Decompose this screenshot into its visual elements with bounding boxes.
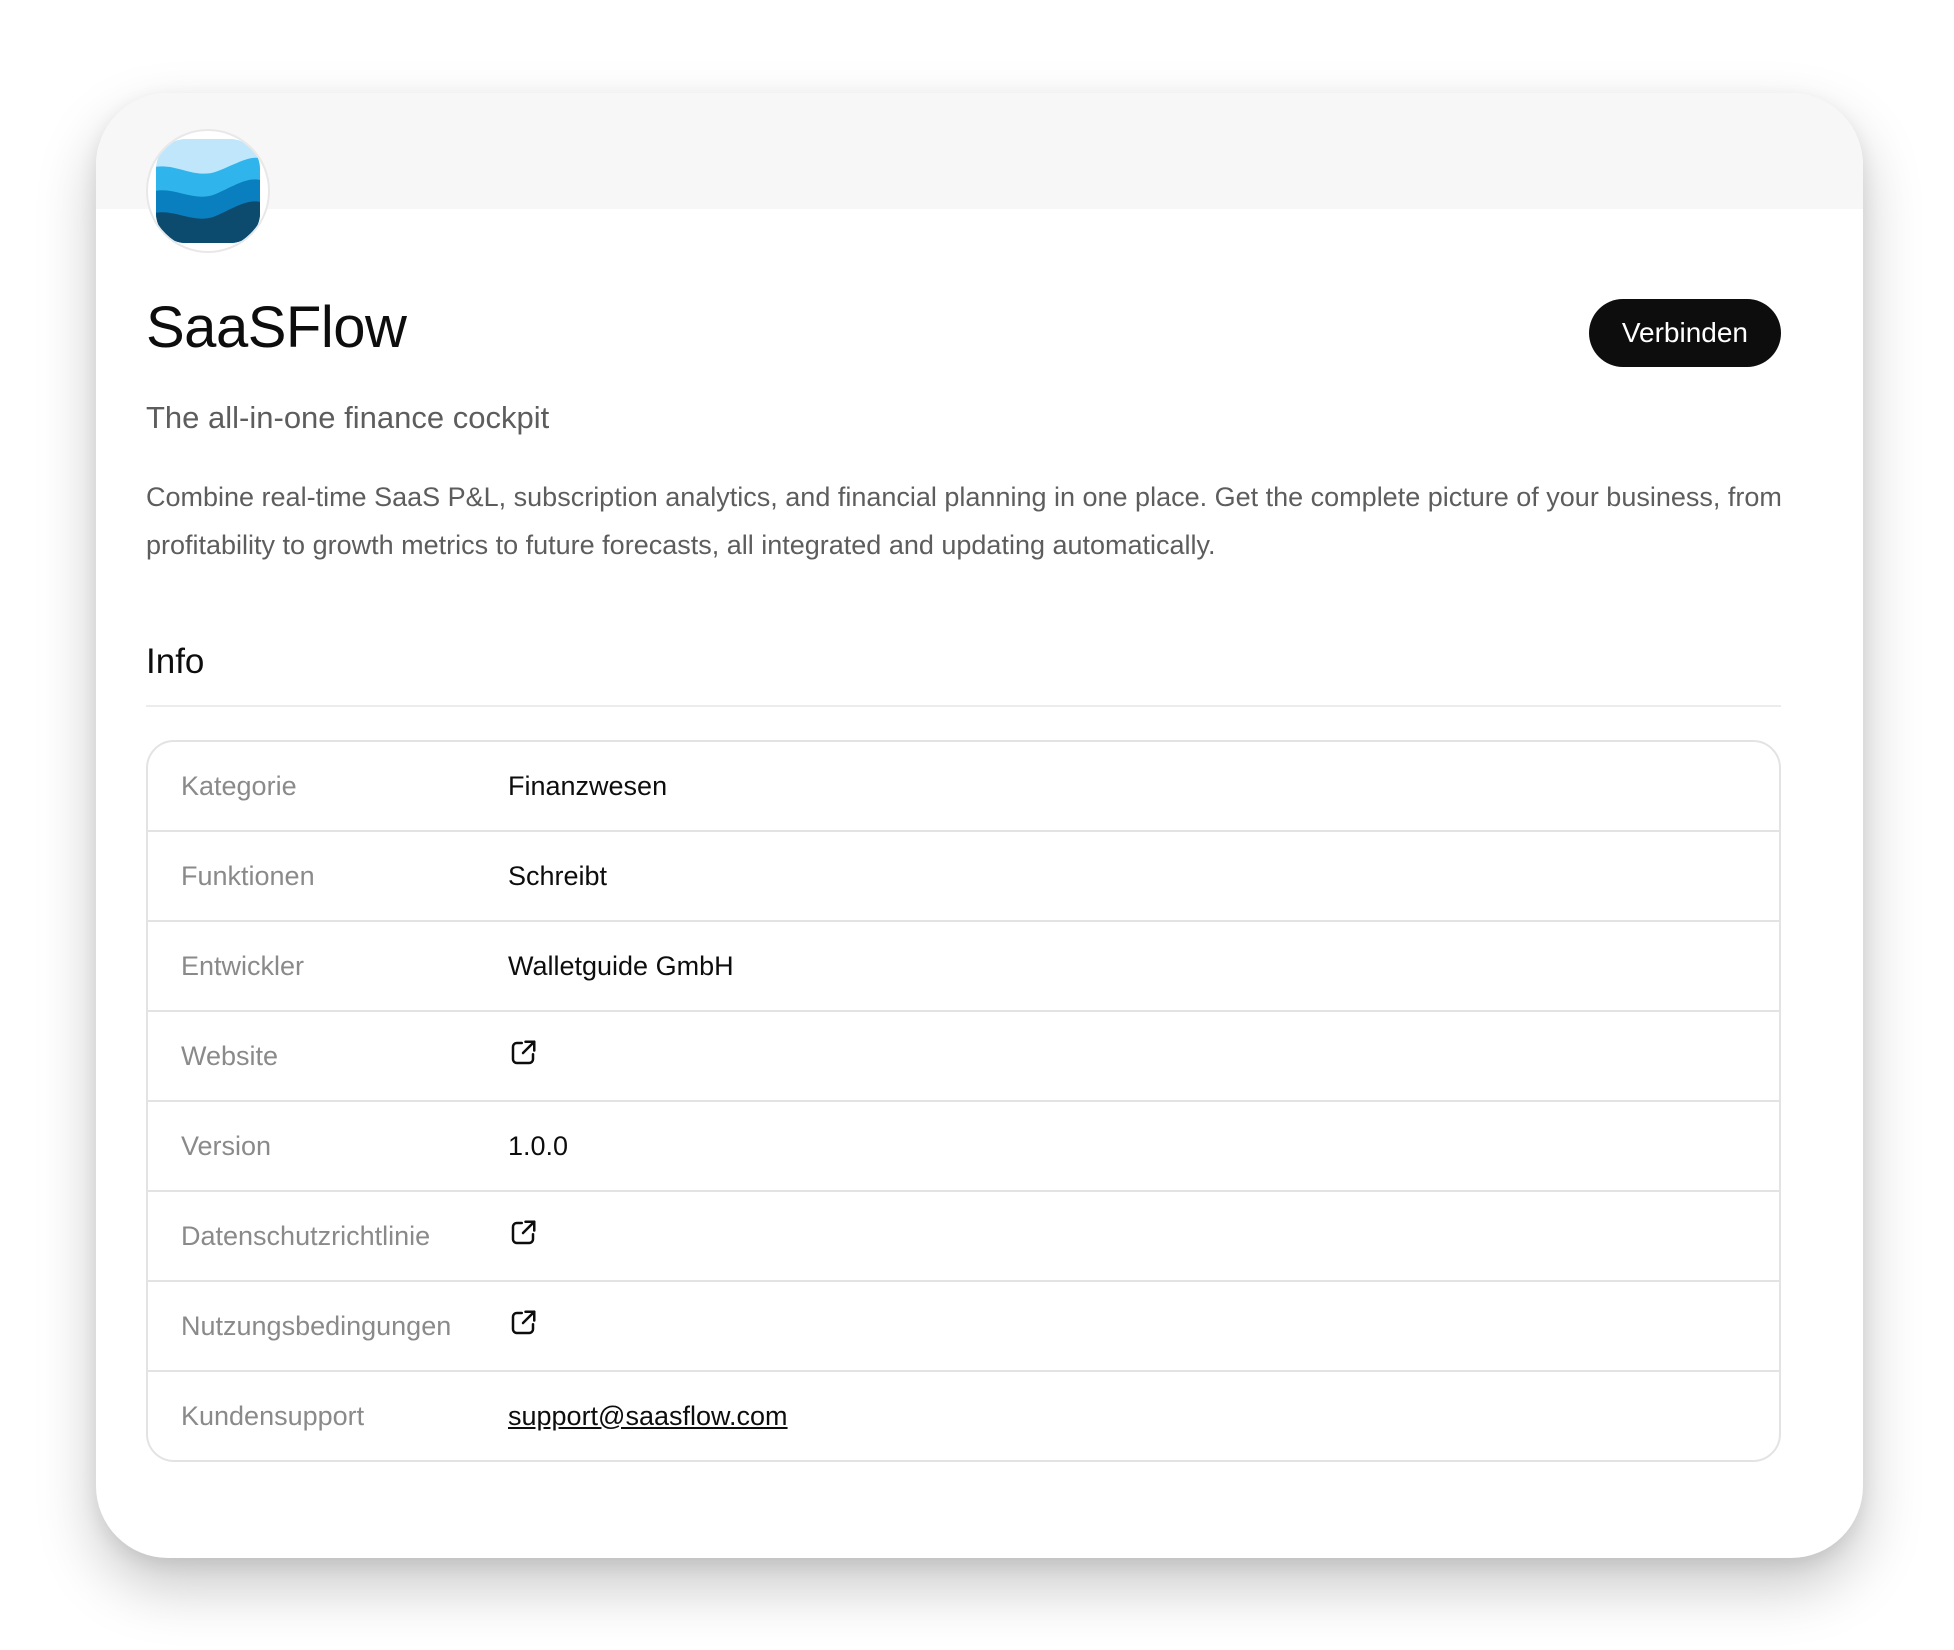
app-tagline: The all-in-one finance cockpit <box>146 400 550 435</box>
info-label: Version <box>181 1130 272 1161</box>
info-label: Entwickler <box>181 950 305 981</box>
info-label: Nutzungsbedingungen <box>181 1310 452 1341</box>
info-row-privacy-policy: Datenschutzrichtlinie <box>148 1192 1779 1282</box>
section-divider <box>146 705 1781 707</box>
info-row-category: Kategorie Finanzwesen <box>148 742 1779 832</box>
external-link-icon[interactable] <box>508 1038 538 1068</box>
info-row-customer-support: Kundensupport support@saasflow.com <box>148 1372 1779 1460</box>
info-label: Kundensupport <box>181 1400 365 1431</box>
info-label: Website <box>181 1040 279 1071</box>
info-label: Funktionen <box>181 860 315 891</box>
info-section-title: Info <box>146 642 205 681</box>
wave-logo-icon <box>156 139 260 243</box>
info-row-website: Website <box>148 1012 1779 1102</box>
support-email-link[interactable]: support@saasflow.com <box>508 1401 788 1431</box>
info-value: 1.0.0 <box>508 1130 569 1161</box>
info-row-capabilities: Funktionen Schreibt <box>148 832 1779 922</box>
app-detail-card: SaaSFlow Verbinden The all-in-one financ… <box>96 93 1863 1558</box>
info-row-terms-of-use: Nutzungsbedingungen <box>148 1282 1779 1372</box>
external-link-icon[interactable] <box>508 1218 538 1248</box>
info-value: Finanzwesen <box>508 770 668 801</box>
app-logo <box>146 129 270 253</box>
external-link-icon[interactable] <box>508 1308 538 1338</box>
info-value: Schreibt <box>508 860 608 891</box>
info-label: Datenschutzrichtlinie <box>181 1220 431 1251</box>
info-table: Kategorie Finanzwesen Funktionen Schreib… <box>146 740 1781 1462</box>
info-label: Kategorie <box>181 770 297 801</box>
info-value: Walletguide GmbH <box>508 950 734 981</box>
info-row-developer: Entwickler Walletguide GmbH <box>148 922 1779 1012</box>
connect-button[interactable]: Verbinden <box>1588 299 1781 367</box>
card-banner <box>96 93 1863 209</box>
app-description: Combine real-time SaaS P&L, subscription… <box>146 482 1782 560</box>
app-title: SaaSFlow <box>146 295 407 360</box>
info-row-version: Version 1.0.0 <box>148 1102 1779 1192</box>
